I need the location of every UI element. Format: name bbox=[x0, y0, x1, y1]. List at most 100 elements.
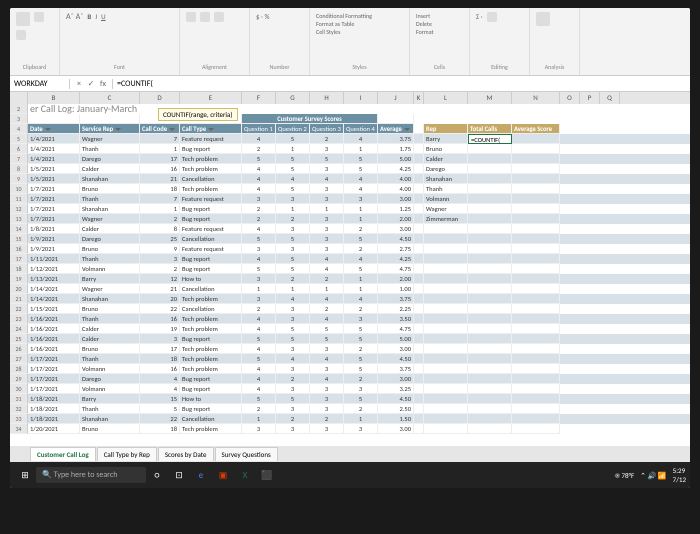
filter-dropdown-icon[interactable] bbox=[115, 128, 121, 131]
formula-input[interactable]: =COUNTIF( bbox=[113, 79, 690, 89]
table-row[interactable]: 11 1/7/2021 Thanh 7 Feature request 3 3 … bbox=[10, 194, 690, 204]
worksheet[interactable]: B C D E F G H I J K L M N O P Q 2 er Cal… bbox=[10, 92, 690, 452]
table-row[interactable]: 17 1/11/2021 Thanh 3 Bug report 4 5 4 4 … bbox=[10, 254, 690, 264]
hdr-q1[interactable]: Question 1 bbox=[242, 124, 276, 134]
paste-icon[interactable] bbox=[16, 12, 30, 26]
hdr-q2[interactable]: Question 2 bbox=[276, 124, 310, 134]
table-row[interactable]: 34 1/20/2021 Bruno 18 Tech problem 3 3 3… bbox=[10, 424, 690, 434]
col-header[interactable]: H bbox=[310, 92, 344, 104]
table-row[interactable]: 33 1/18/2021 Shanahan 22 Cancellation 1 … bbox=[10, 414, 690, 424]
col-header[interactable]: J bbox=[378, 92, 414, 104]
ribbon-group-styles: Styles bbox=[316, 63, 403, 71]
table-row[interactable]: 27 1/17/2021 Thanh 18 Tech problem 5 4 4… bbox=[10, 354, 690, 364]
table-row[interactable]: 26 1/16/2021 Bruno 17 Tech problem 4 3 3… bbox=[10, 344, 690, 354]
table-row[interactable]: 16 1/9/2021 Bruno 9 Feature request 3 3 … bbox=[10, 244, 690, 254]
active-cell[interactable]: =COUNTIF( bbox=[468, 134, 512, 144]
task-view-icon[interactable]: ⊡ bbox=[170, 466, 188, 484]
table-row[interactable]: 28 1/17/2021 Volmann 16 Tech problem 4 3… bbox=[10, 364, 690, 374]
table-row[interactable]: 10 1/7/2021 Bruno 18 Tech problem 4 5 3 … bbox=[10, 184, 690, 194]
hdr-q4[interactable]: Question 4 bbox=[344, 124, 378, 134]
table-row[interactable]: 9 1/5/2021 Shanahan 21 Cancellation 4 4 … bbox=[10, 174, 690, 184]
table-row[interactable]: 30 1/17/2021 Volmann 4 Bug report 4 3 3 … bbox=[10, 384, 690, 394]
side-rep: Bruno bbox=[424, 144, 468, 154]
hdr-rep[interactable]: Service Rep bbox=[80, 124, 140, 134]
hdr-code[interactable]: Call Code bbox=[140, 124, 180, 134]
system-tray[interactable]: ☀ 78°F ⌃ 🔊 📶 5:297/12 bbox=[615, 466, 686, 484]
table-row[interactable]: 13 1/7/2021 Wagner 2 Bug report 2 2 3 1 … bbox=[10, 214, 690, 224]
cancel-formula-icon[interactable]: × bbox=[74, 79, 84, 89]
tray-icons[interactable]: ⌃ 🔊 📶 bbox=[640, 471, 666, 480]
ribbon-group-clipboard: Clipboard bbox=[16, 63, 53, 71]
table-row[interactable]: 19 1/13/2021 Barry 12 How to 3 2 2 1 2.0… bbox=[10, 274, 690, 284]
table-row[interactable]: 22 1/15/2021 Bruno 22 Cancellation 2 3 2… bbox=[10, 304, 690, 314]
sheet-tab[interactable]: Survey Questions bbox=[215, 447, 278, 461]
table-row[interactable]: 12 1/7/2021 Shanahan 1 Bug report 2 1 1 … bbox=[10, 204, 690, 214]
insert-button[interactable]: Insert bbox=[416, 12, 463, 20]
excel-icon[interactable]: X bbox=[236, 466, 254, 484]
table-row[interactable]: 14 1/8/2021 Calder 8 Feature request 4 3… bbox=[10, 224, 690, 234]
table-row[interactable]: 25 1/16/2021 Calder 3 Bug report 5 5 5 5… bbox=[10, 334, 690, 344]
side-rep: Darego bbox=[424, 164, 468, 174]
delete-button[interactable]: Delete bbox=[416, 20, 463, 28]
col-header[interactable]: P bbox=[580, 92, 600, 104]
side-rep: Shanahan bbox=[424, 174, 468, 184]
cell-styles-button[interactable]: Cell Styles bbox=[316, 28, 403, 36]
enter-formula-icon[interactable]: ✓ bbox=[86, 79, 96, 89]
col-header[interactable]: G bbox=[276, 92, 310, 104]
clock[interactable]: 5:297/12 bbox=[673, 466, 686, 484]
col-header[interactable]: C bbox=[80, 92, 140, 104]
sheet-tab[interactable]: Customer Call Log bbox=[30, 447, 96, 461]
col-header[interactable]: N bbox=[512, 92, 560, 104]
col-header[interactable]: K bbox=[414, 92, 424, 104]
fx-icon[interactable]: fx bbox=[98, 79, 108, 89]
col-header[interactable]: B bbox=[28, 92, 80, 104]
cut-icon[interactable] bbox=[34, 12, 44, 22]
ribbon-group-analysis: Analysis bbox=[536, 63, 573, 71]
filter-dropdown-icon[interactable] bbox=[45, 128, 51, 131]
formula-tooltip: COUNTIF(range, criteria) bbox=[158, 108, 238, 121]
taskbar-search[interactable]: 🔍 Type here to search bbox=[36, 467, 146, 483]
sheet-tab[interactable]: Scores by Date bbox=[158, 447, 214, 461]
hdr-date[interactable]: Date bbox=[28, 124, 80, 134]
col-header[interactable]: Q bbox=[600, 92, 620, 104]
table-row[interactable]: 5 1/4/2021 Wagner 7 Feature request 4 5 … bbox=[10, 134, 690, 144]
col-header[interactable]: I bbox=[344, 92, 378, 104]
table-row[interactable]: 29 1/17/2021 Darego 4 Bug report 4 2 4 2… bbox=[10, 374, 690, 384]
edge-icon[interactable]: e bbox=[192, 466, 210, 484]
table-row[interactable]: 7 1/4/2021 Darego 17 Tech problem 5 5 5 … bbox=[10, 154, 690, 164]
table-row[interactable]: 20 1/14/2021 Wagner 21 Cancellation 1 1 … bbox=[10, 284, 690, 294]
table-row[interactable]: 21 1/14/2021 Shanahan 20 Tech problem 3 … bbox=[10, 294, 690, 304]
col-header[interactable]: F bbox=[242, 92, 276, 104]
format-as-table-button[interactable]: Format as Table bbox=[316, 20, 403, 28]
table-row[interactable]: 6 1/4/2021 Thanh 1 Bug report 2 1 3 1 1.… bbox=[10, 144, 690, 154]
format-button[interactable]: Format bbox=[416, 28, 463, 36]
sheet-tab[interactable]: Call Type by Rep bbox=[97, 447, 157, 461]
table-row[interactable]: 18 1/12/2021 Volmann 2 Bug report 5 5 4 … bbox=[10, 264, 690, 274]
copy-icon[interactable] bbox=[16, 30, 26, 40]
filter-dropdown-icon[interactable] bbox=[208, 128, 214, 131]
table-row[interactable]: 24 1/16/2021 Calder 19 Tech problem 4 5 … bbox=[10, 324, 690, 334]
hdr-type[interactable]: Call Type bbox=[180, 124, 242, 134]
name-box[interactable]: WORKDAY bbox=[10, 79, 70, 89]
weather-widget[interactable]: ☀ 78°F bbox=[615, 471, 634, 480]
column-headers[interactable]: B C D E F G H I J K L M N O P Q bbox=[10, 92, 690, 104]
start-button[interactable]: ⊞ bbox=[16, 466, 34, 484]
col-header[interactable]: D bbox=[140, 92, 180, 104]
col-header[interactable]: E bbox=[180, 92, 242, 104]
table-row[interactable]: 8 1/5/2021 Calder 16 Tech problem 4 5 3 … bbox=[10, 164, 690, 174]
hdr-q3[interactable]: Question 3 bbox=[310, 124, 344, 134]
app-icon[interactable]: ⬛ bbox=[258, 466, 276, 484]
formula-bar: WORKDAY × ✓ fx =COUNTIF( bbox=[10, 76, 690, 92]
table-row[interactable]: 32 1/18/2021 Thanh 5 Bug report 2 3 3 2 … bbox=[10, 404, 690, 414]
office-icon[interactable]: ▣ bbox=[214, 466, 232, 484]
col-header[interactable]: O bbox=[560, 92, 580, 104]
filter-dropdown-icon[interactable] bbox=[169, 128, 175, 131]
conditional-formatting-button[interactable]: Conditional Formatting bbox=[316, 12, 403, 20]
table-row[interactable]: 15 1/9/2021 Darego 25 Cancellation 5 5 3… bbox=[10, 234, 690, 244]
table-row[interactable]: 23 1/16/2021 Thanh 16 Tech problem 4 3 4… bbox=[10, 314, 690, 324]
hdr-avg[interactable]: Average bbox=[378, 124, 414, 134]
col-header[interactable]: L bbox=[424, 92, 468, 104]
table-row[interactable]: 31 1/18/2021 Barry 15 How to 5 5 3 5 4.5… bbox=[10, 394, 690, 404]
cortana-icon[interactable]: ○ bbox=[148, 466, 166, 484]
col-header[interactable]: M bbox=[468, 92, 512, 104]
